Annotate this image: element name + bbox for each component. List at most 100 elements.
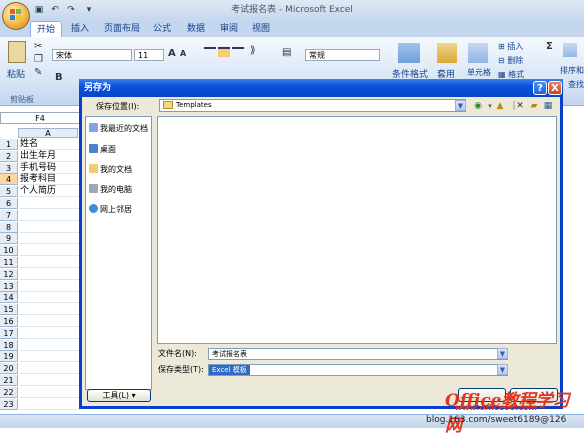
copy-icon[interactable]: ❐ <box>34 54 43 65</box>
sheet-cell[interactable] <box>20 292 80 303</box>
row-header[interactable]: 6 <box>0 198 18 209</box>
views-icon[interactable]: ▦ <box>542 100 554 112</box>
font-size-box[interactable]: 11 <box>134 49 164 61</box>
sheet-cell[interactable] <box>20 257 80 268</box>
find-select-button[interactable]: 查找 <box>568 79 584 90</box>
sheet-cell[interactable] <box>20 269 80 280</box>
align-left-icon[interactable] <box>204 47 216 57</box>
sheet-cell[interactable] <box>20 198 80 209</box>
save-icon[interactable]: ▣ <box>32 3 46 17</box>
autosum-button[interactable]: Σ <box>546 41 553 52</box>
office-button[interactable] <box>2 2 30 30</box>
tab-insert[interactable]: 插入 <box>68 21 92 37</box>
sort-filter-button[interactable]: 排序和 <box>560 65 584 76</box>
row-header[interactable]: 4 <box>0 174 18 185</box>
row-header[interactable]: 19 <box>0 351 18 362</box>
sheet-cell[interactable] <box>20 399 80 410</box>
row-header[interactable]: 20 <box>0 363 18 374</box>
grow-font-button[interactable]: A <box>168 48 176 59</box>
places-item-my-computer[interactable]: 我的电脑 <box>89 184 132 195</box>
sheet-cell[interactable]: 出生年月 <box>20 151 80 162</box>
sheet-cell[interactable] <box>20 233 80 244</box>
name-box[interactable]: F4 <box>0 112 80 124</box>
tab-formulas[interactable]: 公式 <box>150 21 174 37</box>
close-button[interactable]: X <box>548 81 562 95</box>
tab-data[interactable]: 数据 <box>184 21 208 37</box>
file-list[interactable] <box>157 116 557 344</box>
sheet-cell[interactable]: 报考科目 <box>20 174 80 185</box>
row-header[interactable]: 16 <box>0 316 18 327</box>
customize-qat-icon[interactable]: ▾ <box>82 3 96 17</box>
delete-icon[interactable]: ✕ <box>514 100 526 112</box>
number-format-box[interactable]: 常规 <box>305 49 380 61</box>
align-center-icon[interactable] <box>218 47 230 57</box>
help-button[interactable]: ? <box>533 81 547 95</box>
new-folder-icon[interactable]: ▰ <box>528 100 540 112</box>
sheet-cell[interactable] <box>20 316 80 327</box>
row-header[interactable]: 10 <box>0 245 18 256</box>
delete-button[interactable]: ⊟ 删除 <box>498 55 523 66</box>
row-header[interactable]: 17 <box>0 328 18 339</box>
save-in-dropdown-icon[interactable]: ▼ <box>455 100 466 111</box>
row-header[interactable]: 11 <box>0 257 18 268</box>
places-item-my-documents[interactable]: 我的文档 <box>89 164 132 175</box>
sheet-cell[interactable] <box>20 304 80 315</box>
font-name-box[interactable]: 宋体 <box>52 49 132 61</box>
tools-button[interactable]: 工具(L) ▾ <box>87 389 151 402</box>
sheet-cell[interactable] <box>20 375 80 386</box>
sheet-cell[interactable] <box>20 351 80 362</box>
tab-page-layout[interactable]: 页面布局 <box>102 21 142 37</box>
undo-icon[interactable]: ↶ <box>48 3 62 17</box>
text-orientation-icon[interactable]: ⟫ <box>250 45 256 56</box>
places-item-network[interactable]: 网上邻居 <box>89 204 132 215</box>
sheet-cell[interactable] <box>20 245 80 256</box>
sheet-cell[interactable]: 个人简历 <box>20 186 80 197</box>
row-header[interactable]: 23 <box>0 399 18 410</box>
align-right-icon[interactable] <box>232 47 244 57</box>
sheet-cell[interactable] <box>20 210 80 221</box>
row-header[interactable]: 7 <box>0 210 18 221</box>
paste-button[interactable]: 粘贴 <box>4 67 28 80</box>
sheet-cell[interactable] <box>20 281 80 292</box>
redo-icon[interactable]: ↷ <box>64 3 78 17</box>
sheet-cell[interactable] <box>20 340 80 351</box>
row-header[interactable]: 8 <box>0 222 18 233</box>
back-icon[interactable]: ◉ <box>472 100 484 112</box>
filetype-dropdown-icon[interactable]: ▼ <box>497 364 508 375</box>
row-header[interactable]: 5 <box>0 186 18 197</box>
row-header[interactable]: 2 <box>0 151 18 162</box>
save-in-combobox[interactable]: Templates <box>159 99 466 112</box>
row-header[interactable]: 15 <box>0 304 18 315</box>
up-folder-icon[interactable]: ▲ <box>494 100 506 112</box>
sheet-cell[interactable] <box>20 363 80 374</box>
places-item-recent[interactable]: 我最近的文档 <box>89 123 148 134</box>
row-header[interactable]: 1 <box>0 139 18 150</box>
sheet-cell[interactable]: 手机号码 <box>20 163 80 174</box>
cut-icon[interactable]: ✂ <box>34 41 42 52</box>
row-header[interactable]: 18 <box>0 340 18 351</box>
row-header[interactable]: 14 <box>0 292 18 303</box>
shrink-font-button[interactable]: A <box>180 49 186 58</box>
sheet-cell[interactable] <box>20 222 80 233</box>
tab-view[interactable]: 视图 <box>249 21 273 37</box>
column-header-a[interactable]: A <box>18 128 78 138</box>
format-painter-icon[interactable]: ✎ <box>34 67 42 78</box>
insert-button[interactable]: ⊞ 插入 <box>498 41 523 52</box>
filetype-select[interactable]: Excel 模板 <box>208 364 508 376</box>
row-header[interactable]: 12 <box>0 269 18 280</box>
wrap-text-icon[interactable]: ▤ <box>282 47 291 58</box>
tab-review[interactable]: 审阅 <box>217 21 241 37</box>
row-header[interactable]: 21 <box>0 375 18 386</box>
bold-button[interactable]: B <box>55 72 63 83</box>
row-header[interactable]: 3 <box>0 163 18 174</box>
sheet-cell[interactable] <box>20 328 80 339</box>
filename-input[interactable]: 考试报名表 <box>208 348 508 360</box>
row-header[interactable]: 13 <box>0 281 18 292</box>
filename-dropdown-icon[interactable]: ▼ <box>497 348 508 359</box>
places-item-desktop[interactable]: 桌面 <box>89 144 116 155</box>
sheet-cell[interactable]: 姓名 <box>20 139 80 150</box>
row-header[interactable]: 9 <box>0 233 18 244</box>
row-header[interactable]: 22 <box>0 387 18 398</box>
tab-home[interactable]: 开始 <box>30 21 62 38</box>
sheet-cell[interactable] <box>20 387 80 398</box>
